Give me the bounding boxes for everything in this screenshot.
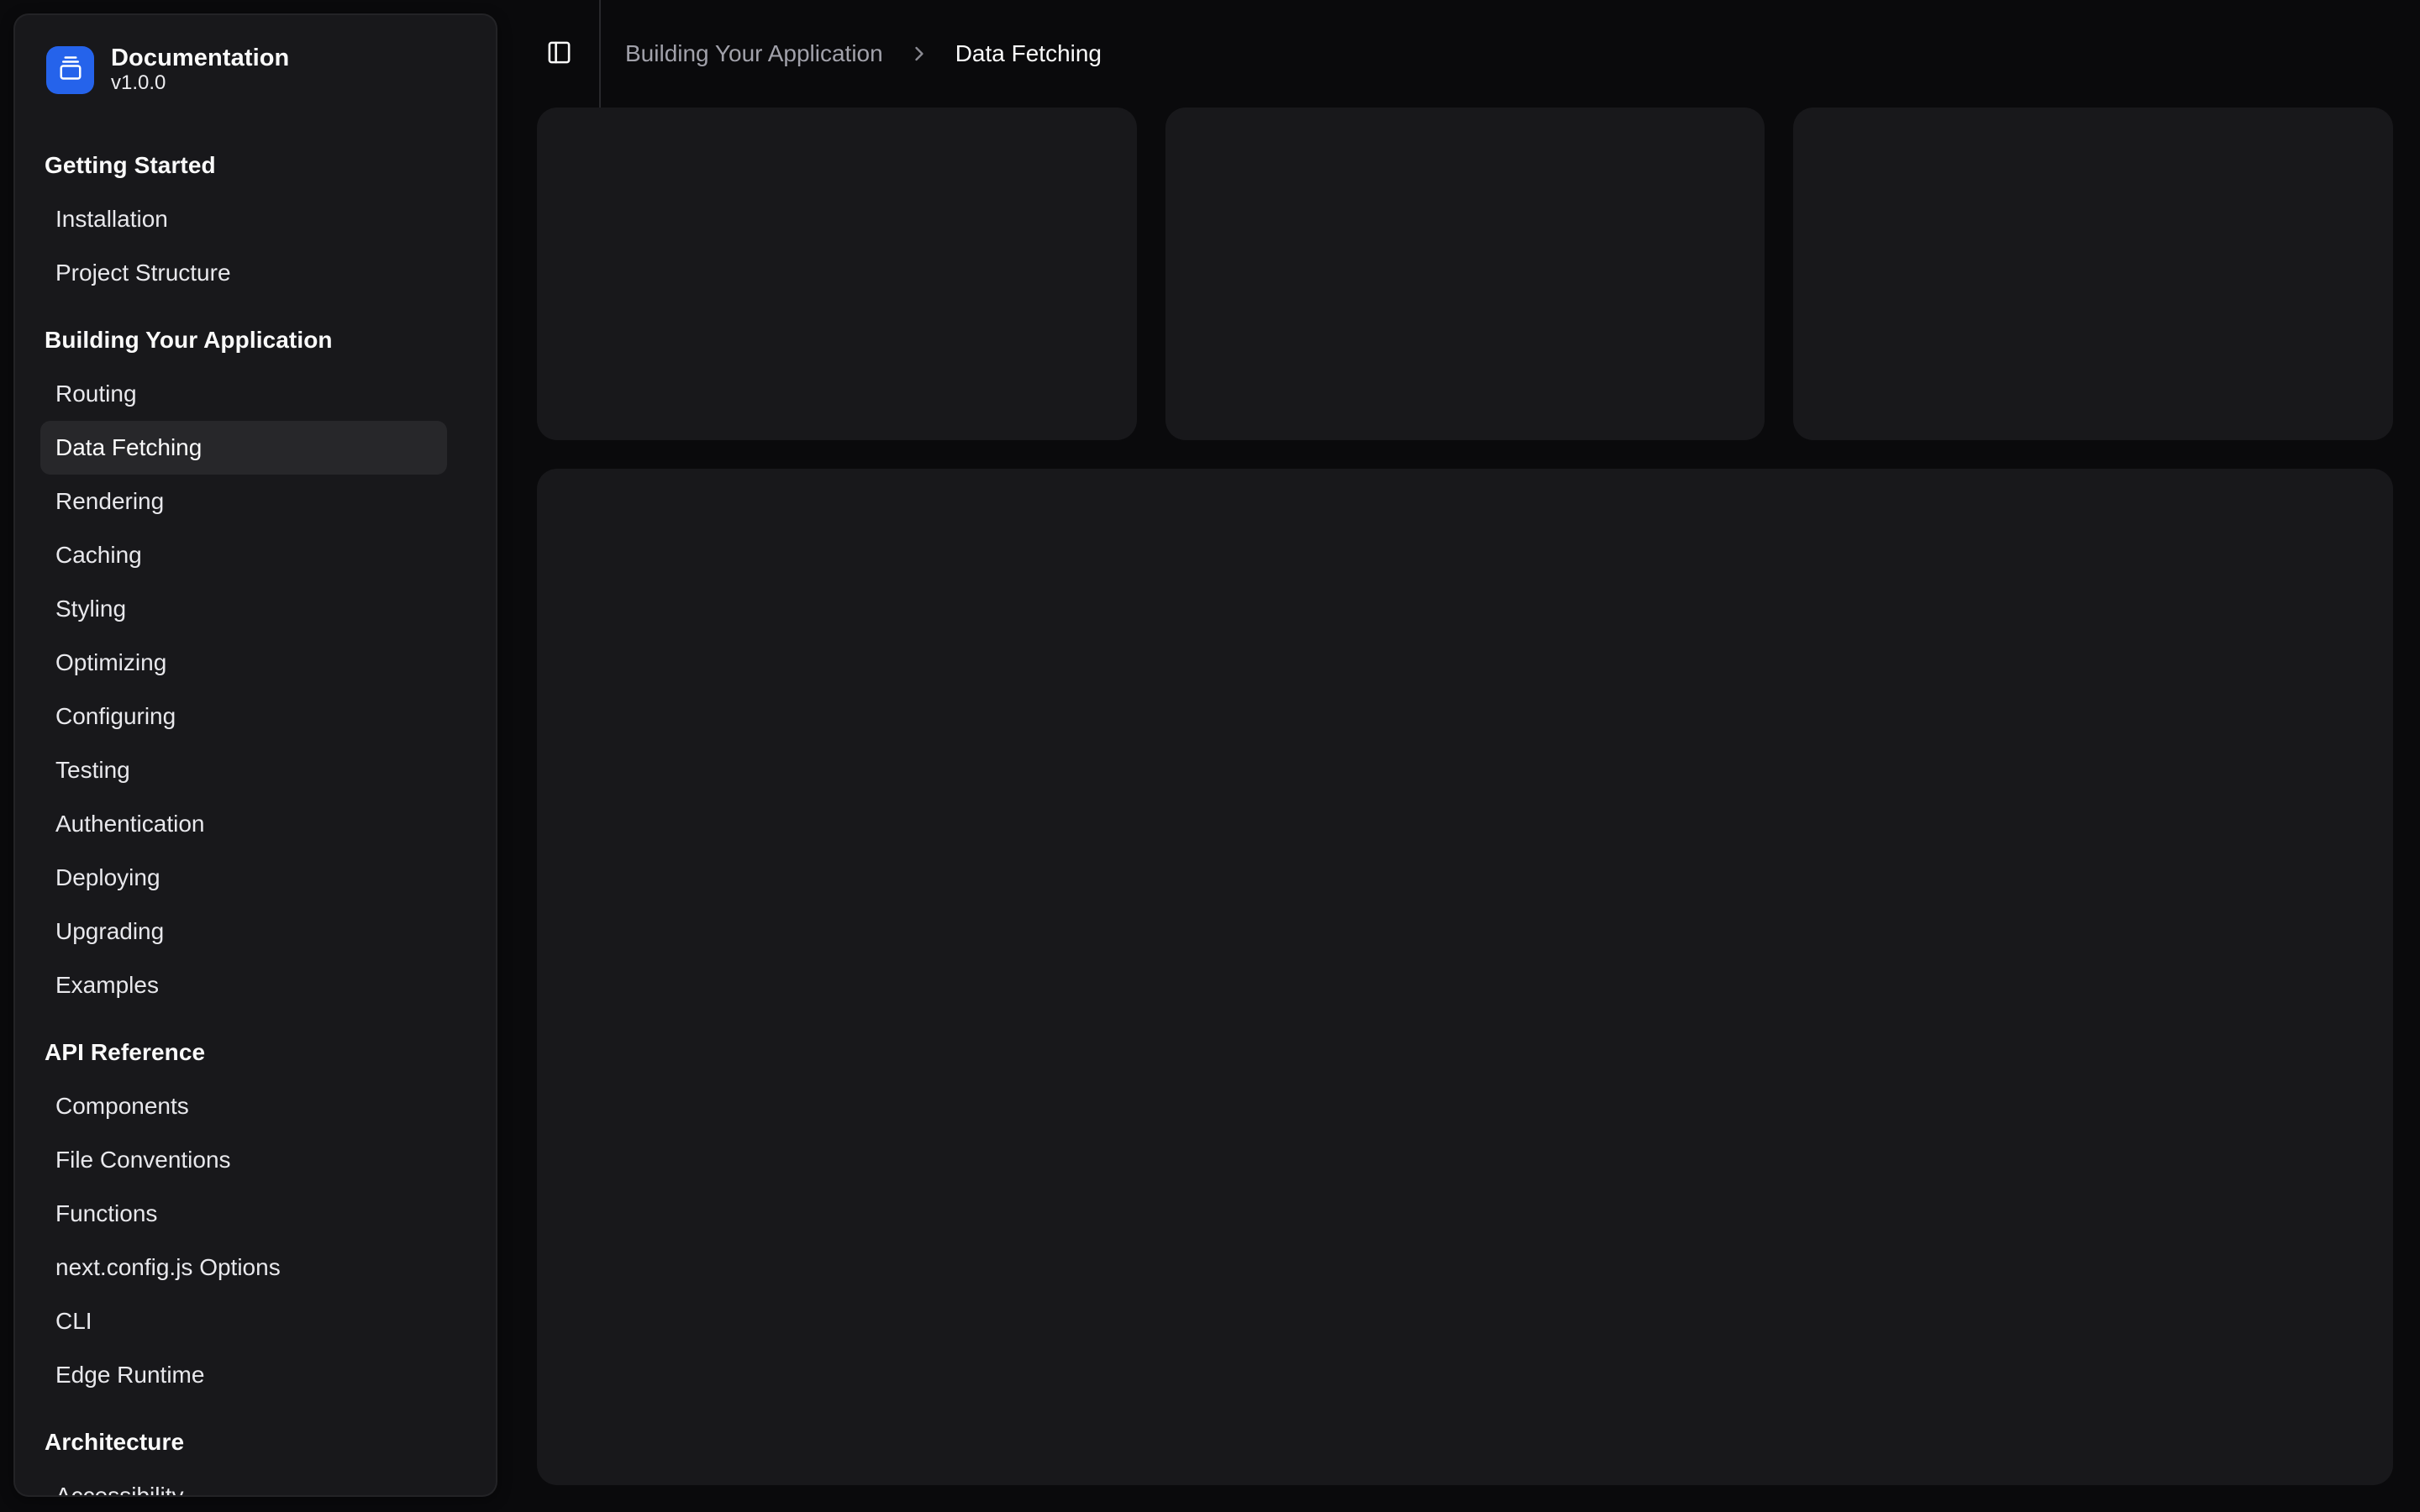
sidebar-group-label-architecture: Architecture (45, 1429, 185, 1455)
sidebar-item-authentication[interactable]: Authentication (40, 797, 447, 851)
placeholder-card-3 (1793, 108, 2393, 440)
sidebar-item-examples[interactable]: Examples (40, 958, 447, 1012)
sidebar-group-architecture: Architecture Accessibility (15, 1415, 496, 1495)
sidebar-item-functions[interactable]: Functions (40, 1187, 447, 1241)
sidebar-item-cli[interactable]: CLI (40, 1294, 447, 1348)
sidebar-item-upgrading[interactable]: Upgrading (40, 905, 447, 958)
placeholder-card-1 (537, 108, 1137, 440)
sidebar-item-data-fetching[interactable]: Data Fetching (40, 421, 447, 475)
content (537, 108, 2393, 1485)
sidebar-item-testing[interactable]: Testing (40, 743, 447, 797)
sidebar-nav: Getting Started Installation Project Struc… (15, 139, 496, 1495)
sidebar-item-routing[interactable]: Routing (40, 367, 447, 421)
main-area: Building Your Application Data Fetching (497, 0, 2420, 1512)
app-version: v1.0.0 (111, 71, 166, 94)
placeholder-cards-row (537, 108, 2393, 440)
sidebar-item-components[interactable]: Components (40, 1079, 447, 1133)
breadcrumb: Building Your Application Data Fetching (625, 40, 1102, 67)
sidebar-item-rendering[interactable]: Rendering (40, 475, 447, 528)
sidebar-item-project-structure[interactable]: Project Structure (40, 246, 447, 300)
sidebar-item-file-conventions[interactable]: File Conventions (40, 1133, 447, 1187)
chevron-right-icon (908, 42, 931, 66)
breadcrumb-link-parent[interactable]: Building Your Application (625, 40, 883, 67)
sidebar-group-building-your-application: Building Your Application Routing Data Fet… (15, 313, 496, 1012)
sidebar-group-getting-started: Getting Started Installation Project Struc… (15, 139, 496, 300)
topbar: Building Your Application Data Fetching (497, 0, 2420, 108)
sidebar: Documentation v1.0.0 Getting Started Inst… (13, 13, 497, 1497)
sidebar-item-next-config-js-options[interactable]: next.config.js Options (40, 1241, 447, 1294)
app-logo[interactable] (46, 45, 94, 94)
sidebar-group-label-building-your-application: Building Your Application (45, 327, 333, 353)
panel-left-icon (546, 39, 572, 68)
sidebar-item-styling[interactable]: Styling (40, 582, 447, 636)
sidebar-group-label-api-reference: API Reference (45, 1039, 206, 1065)
sidebar-group-label-getting-started: Getting Started (45, 152, 216, 178)
sidebar-item-accessibility[interactable]: Accessibility (40, 1469, 447, 1495)
sidebar-item-caching[interactable]: Caching (40, 528, 447, 582)
placeholder-panel (537, 469, 2393, 1485)
sidebar-item-installation[interactable]: Installation (40, 192, 447, 246)
sidebar-item-edge-runtime[interactable]: Edge Runtime (40, 1348, 447, 1402)
breadcrumb-current: Data Fetching (955, 40, 1102, 66)
app-title: Documentation (111, 45, 290, 71)
sidebar-item-deploying[interactable]: Deploying (40, 851, 447, 905)
sidebar-header: Documentation v1.0.0 (15, 15, 496, 139)
header-separator (599, 0, 601, 108)
sidebar-item-optimizing[interactable]: Optimizing (40, 636, 447, 690)
sidebar-item-configuring[interactable]: Configuring (40, 690, 447, 743)
sidebar-toggle-button[interactable] (543, 38, 575, 70)
gallery-vertical-end-icon (58, 55, 83, 85)
placeholder-card-2 (1165, 108, 1765, 440)
sidebar-group-api-reference: API Reference Components File Conventions F… (15, 1026, 496, 1402)
